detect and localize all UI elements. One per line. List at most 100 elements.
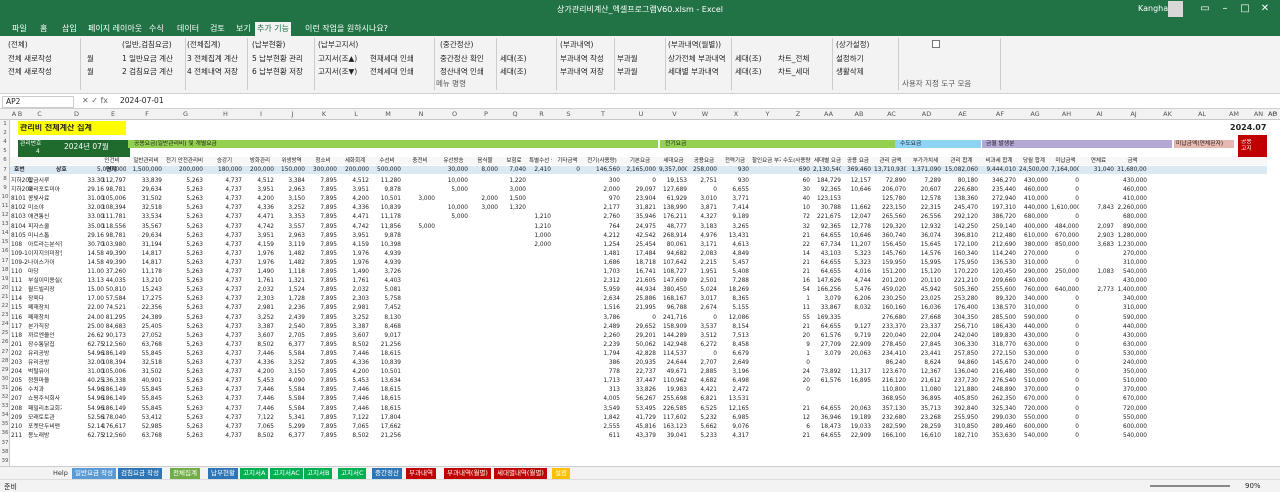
cell-value[interactable]: 117,602 [659, 414, 687, 422]
row-header[interactable]: 8 [0, 176, 10, 182]
cell-value[interactable]: 778 [583, 368, 620, 376]
cell-value[interactable]: 4,336 [245, 204, 274, 212]
cell-value[interactable]: 2,705 [277, 332, 305, 340]
ribbon-item-8[interactable]: (전체집계) [187, 39, 220, 50]
cell-value[interactable]: 12,047 [844, 213, 871, 221]
cell-value[interactable]: 4,336 [340, 204, 369, 212]
ribbon-item-25[interactable]: 부과내역 작성 [560, 53, 604, 64]
cell-value[interactable]: 64,655 [813, 405, 841, 413]
cell-value[interactable]: 3,252 [245, 314, 274, 322]
cell-value[interactable]: 10,501 [372, 368, 401, 376]
cell-value[interactable]: 368,950 [874, 395, 906, 403]
cell-value[interactable]: 5,263 [165, 395, 203, 403]
cell-value[interactable]: 272,940 [981, 195, 1016, 203]
cell-value[interactable]: 18,615 [372, 350, 401, 358]
cell-value[interactable]: 313 [583, 386, 620, 394]
cell-value[interactable]: 31,194 [129, 241, 162, 249]
cell-value[interactable]: 27,052 [129, 332, 162, 340]
cell-value[interactable]: 346,270 [981, 177, 1016, 185]
cell-value[interactable]: 136,530 [981, 259, 1016, 267]
cell-value[interactable]: 9,076 [720, 423, 749, 431]
cell-value[interactable]: 40 [783, 195, 810, 203]
cell-name[interactable]: 아트라는분식점 [28, 241, 62, 249]
cell-value[interactable]: 392,840 [944, 405, 978, 413]
cell-value[interactable]: 2,751 [690, 177, 717, 185]
row-header[interactable]: 26 [0, 339, 10, 345]
cell-value[interactable]: 610,000 [1019, 232, 1048, 240]
cell-value[interactable]: 4,737 [206, 350, 242, 358]
cell-value[interactable]: 20,063 [844, 350, 871, 358]
cell-value[interactable]: 5,263 [165, 304, 203, 312]
cell-value[interactable]: 25,886 [623, 295, 656, 303]
cell-value[interactable]: 20 [783, 377, 810, 385]
cell-value[interactable]: 45,816 [623, 423, 656, 431]
cell-value[interactable]: 22 [783, 241, 810, 249]
ribbon-item-27[interactable]: 부과월 [617, 53, 638, 64]
cell-value[interactable]: 63,768 [129, 432, 162, 440]
cell-value[interactable]: 7,895 [308, 332, 337, 340]
name-box[interactable]: AP2 [2, 96, 74, 108]
sheet-tab-11[interactable]: 부과내역(월별) [444, 468, 491, 479]
cell-value[interactable]: 2,760 [583, 213, 620, 221]
ribbon-item-26[interactable]: 부과내역 저장 [560, 66, 604, 77]
col-header-I[interactable]: I [245, 110, 277, 118]
cell-value[interactable]: 3,726 [372, 268, 401, 276]
cell-value[interactable]: 7,895 [308, 423, 337, 431]
ribbon-item-7[interactable]: 2 검침요금 계산 [122, 66, 173, 77]
cell-value[interactable]: 29,634 [129, 232, 162, 240]
cell-value[interactable]: 23,268 [909, 414, 941, 422]
cell-value[interactable]: 430,000 [1019, 177, 1048, 185]
cell-value[interactable]: 540,000 [1019, 432, 1048, 440]
cell-value[interactable]: 242,040 [944, 332, 978, 340]
cell-value[interactable]: 18,615 [372, 395, 401, 403]
cell-value[interactable]: 3,786 [583, 314, 620, 322]
row-header[interactable]: 13 [0, 221, 10, 227]
cell-value[interactable]: 930 [720, 177, 749, 185]
cell-value[interactable]: 304,350 [944, 314, 978, 322]
cell-value[interactable]: 48,777 [659, 223, 687, 231]
cell-value[interactable]: 405,850 [944, 395, 978, 403]
cell-value[interactable]: 176,400 [944, 304, 978, 312]
cell-value[interactable]: 0 [690, 314, 717, 322]
cell-value[interactable]: 61,576 [813, 332, 841, 340]
cell-value[interactable]: 0 [1051, 323, 1079, 331]
cell-value[interactable]: 1,610,000 [1051, 204, 1079, 212]
cell-value[interactable]: 166,100 [874, 432, 906, 440]
cell-value[interactable]: 7,065 [245, 423, 274, 431]
cell-value[interactable]: 20,063 [844, 405, 871, 413]
cell-value[interactable]: 40,901 [129, 377, 162, 385]
cell-value[interactable]: 1,516 [583, 304, 620, 312]
cell-value[interactable]: 340,000 [1117, 295, 1147, 303]
cell-name[interactable]: 벅털뮤어 [28, 368, 62, 376]
cell-value[interactable]: 89,320 [981, 295, 1016, 303]
cell-value[interactable]: 3,079 [813, 350, 841, 358]
cell-value[interactable]: 3,119 [277, 241, 305, 249]
cell-value[interactable]: 530,000 [1019, 350, 1048, 358]
cell-value[interactable]: 540,000 [1117, 432, 1147, 440]
col-header-N[interactable]: N [404, 110, 438, 118]
cell-value[interactable]: 8,502 [245, 341, 274, 349]
cell-value[interactable]: 37,260 [97, 268, 126, 276]
cell-value[interactable]: 4,403 [372, 277, 401, 285]
ribbon-item-10[interactable]: 4 전체내역 저장 [187, 66, 238, 77]
cell-value[interactable]: 22,909 [844, 341, 871, 349]
col-header-AK[interactable]: AK [1150, 110, 1185, 118]
cell-value[interactable]: 0 [1051, 432, 1079, 440]
cell-value[interactable]: 7,895 [308, 304, 337, 312]
cell-value[interactable]: 360,740 [874, 232, 906, 240]
cell-value[interactable]: 760,000 [1019, 286, 1048, 294]
cell-value[interactable]: 1,976 [340, 250, 369, 258]
cell-value[interactable]: 23,441 [909, 350, 941, 358]
cell-value[interactable]: 2,303 [245, 295, 274, 303]
cell-value[interactable]: 13,531 [720, 395, 749, 403]
cell-value[interactable]: 2,885 [690, 368, 717, 376]
cell-value[interactable]: 7,895 [308, 259, 337, 267]
cell-value[interactable]: 15,645 [909, 241, 941, 249]
cell-value[interactable]: 55,845 [129, 395, 162, 403]
cell-value[interactable]: 310,000 [1117, 304, 1147, 312]
cell-value[interactable]: 12,778 [844, 223, 871, 231]
tab-8[interactable]: 추가 기능 [255, 22, 291, 36]
row-header[interactable]: 1 [0, 121, 10, 127]
cell-value[interactable]: 22,356 [129, 304, 162, 312]
cell-value[interactable]: 1,524 [277, 286, 305, 294]
